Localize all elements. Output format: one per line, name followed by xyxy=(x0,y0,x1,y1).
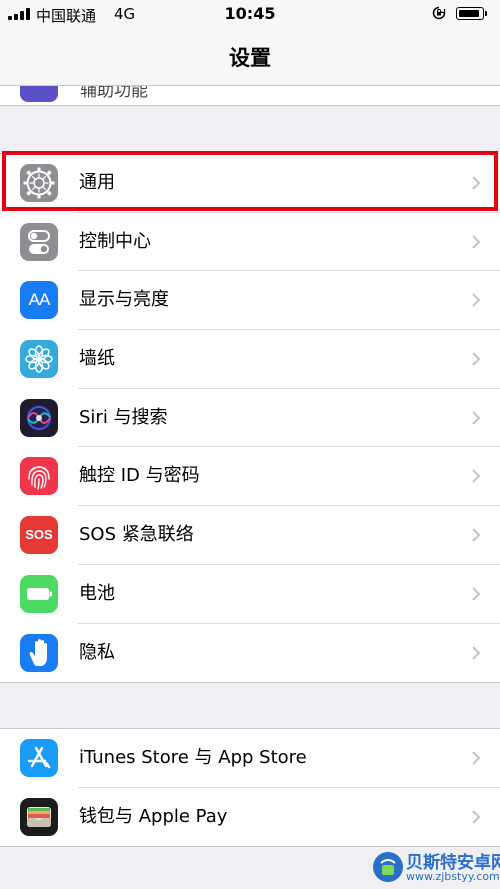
chevron-right-icon xyxy=(472,176,480,190)
battery-icon xyxy=(20,574,58,613)
sos-icon: SOS xyxy=(20,516,58,555)
chevron-right-icon xyxy=(472,411,480,425)
settings-row-label: 隐私 xyxy=(79,641,115,663)
chevron-right-icon xyxy=(472,809,480,824)
chevron-right-icon xyxy=(472,234,480,249)
settings-row-label: SOS 紧急联络 xyxy=(79,524,194,546)
gear-icon xyxy=(20,164,58,202)
list-item-partial[interactable]: 辅助功能 xyxy=(0,86,500,106)
siri-icon xyxy=(20,398,58,437)
page-title: 设置 xyxy=(229,46,271,70)
hand-icon xyxy=(20,633,58,672)
chevron-right-icon xyxy=(472,587,480,601)
settings-row-wallpaper[interactable]: 墙纸 xyxy=(0,330,500,389)
chevron-right-icon xyxy=(472,528,480,542)
settings-row-siri-search[interactable]: Siri 与搜索 xyxy=(0,389,500,448)
settings-row-privacy[interactable]: 隐私 xyxy=(0,624,500,683)
chevron-right-icon xyxy=(472,352,480,366)
wallet-icon xyxy=(20,797,58,836)
flower-icon xyxy=(20,340,58,379)
settings-row-control-center[interactable]: 控制中心 xyxy=(0,213,500,272)
settings-row-label: iTunes Store 与 App Store xyxy=(79,747,307,768)
chevron-right-icon xyxy=(472,751,480,765)
settings-row-label: 通用 xyxy=(79,172,115,193)
settings-group-stores: iTunes Store 与 App Store 钱包与 Apple Pay xyxy=(0,728,500,848)
settings-row-label: 电池 xyxy=(79,582,115,604)
settings-row-label: 钱包与 Apple Pay xyxy=(79,805,228,827)
status-time: 10:45 xyxy=(224,4,276,23)
watermark-url: www.zjbstyy.com xyxy=(406,870,500,883)
battery-icon xyxy=(456,7,488,21)
settings-row-itunes-app-store[interactable]: iTunes Store 与 App Store xyxy=(0,729,500,788)
settings-row-general[interactable]: 通用 xyxy=(0,154,500,213)
fingerprint-icon xyxy=(20,457,58,496)
status-bar: 中国联通 4G 10:45 xyxy=(0,0,500,28)
settings-row-label: 显示与亮度 xyxy=(79,289,169,311)
settings-row-emergency-sos[interactable]: SOS SOS 紧急联络 xyxy=(0,506,500,565)
settings-row-display-brightness[interactable]: AA 显示与亮度 xyxy=(0,271,500,331)
settings-group-system: 通用 控制中心 AA 显示与亮度 墙纸 Siri 与搜索 触控 ID 与密码 S… xyxy=(0,153,500,684)
chevron-right-icon xyxy=(472,645,480,660)
chevron-right-icon xyxy=(472,469,480,484)
chevron-right-icon xyxy=(472,293,480,308)
rotation-lock-icon xyxy=(432,6,446,20)
settings-row-wallet-apple-pay[interactable]: 钱包与 Apple Pay xyxy=(0,788,500,847)
navigation-bar: 设置 xyxy=(0,28,500,86)
accessibility-icon xyxy=(20,86,58,102)
settings-row-touch-id-passcode[interactable]: 触控 ID 与密码 xyxy=(0,447,500,507)
list-item-label: 辅助功能 xyxy=(80,86,148,101)
app-store-icon xyxy=(20,739,58,777)
settings-row-label: 触控 ID 与密码 xyxy=(79,465,200,487)
text-size-icon: AA xyxy=(20,281,58,320)
toggles-icon xyxy=(20,222,58,261)
watermark-logo-icon xyxy=(373,852,403,882)
settings-row-battery[interactable]: 电池 xyxy=(0,565,500,624)
settings-row-label: 控制中心 xyxy=(79,230,151,252)
settings-row-label: Siri 与搜索 xyxy=(79,406,168,428)
settings-row-label: 墙纸 xyxy=(79,348,115,370)
watermark: 贝斯特安卓网 www.zjbstyy.com xyxy=(370,848,500,888)
